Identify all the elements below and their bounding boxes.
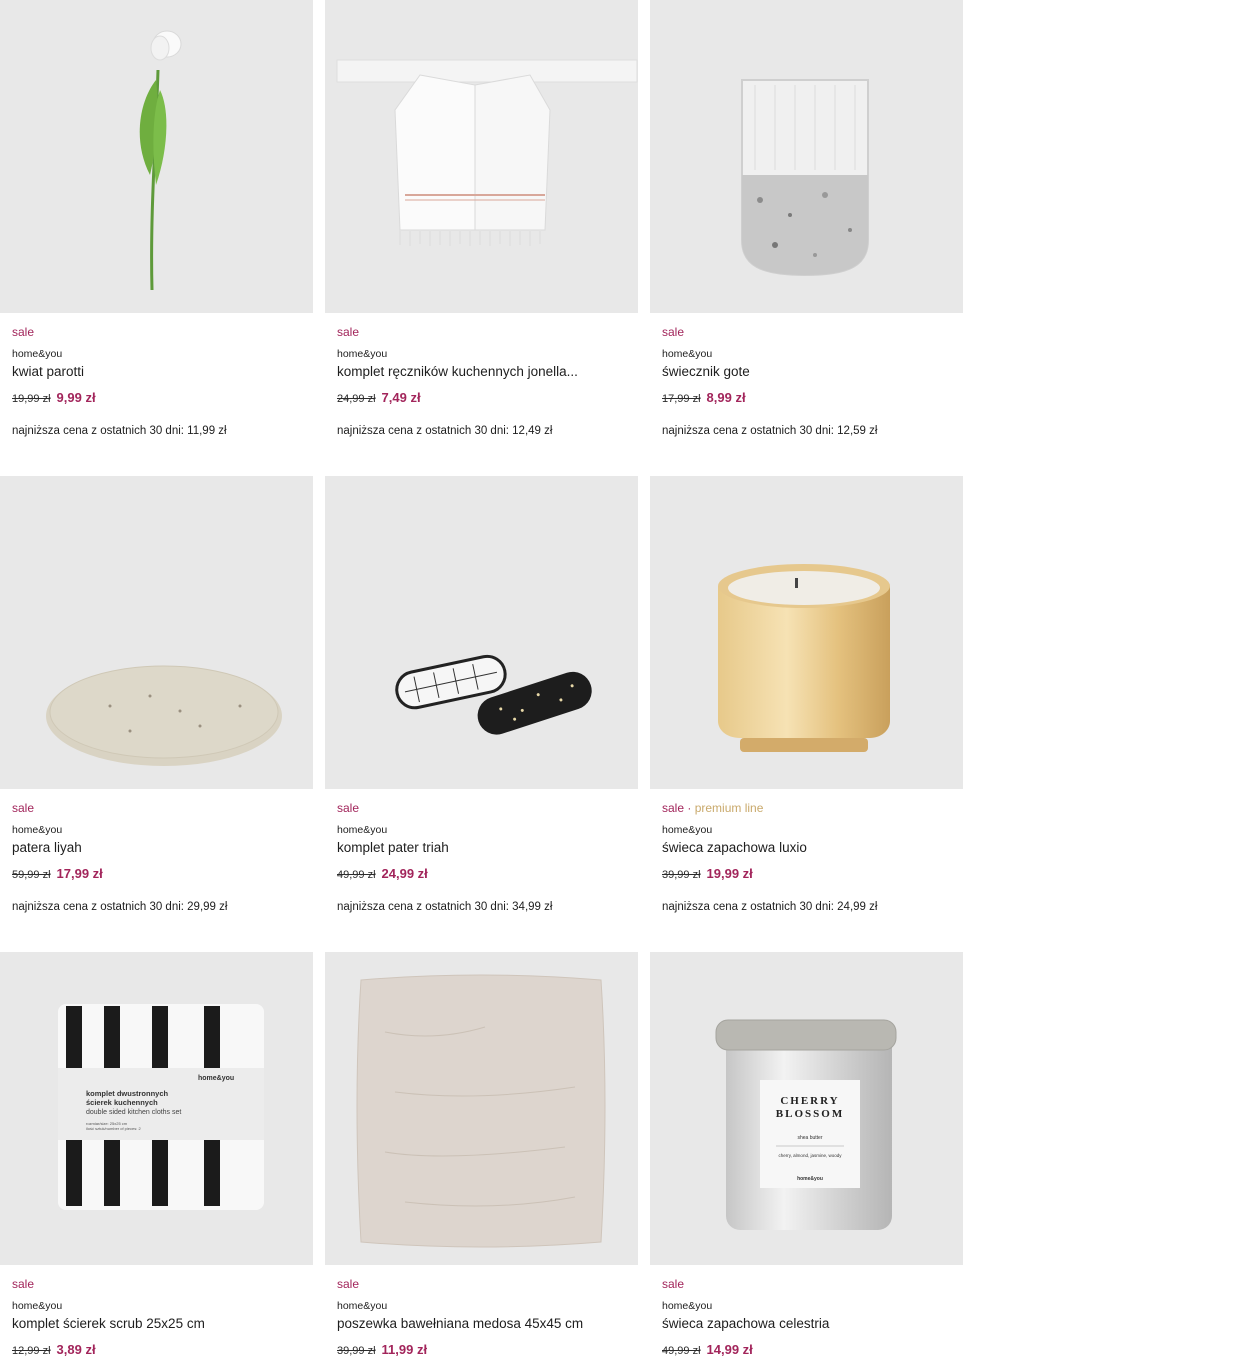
sale-price: 24,99 zł [381,866,428,881]
sale-price: 14,99 zł [706,1342,753,1357]
sale-price: 17,99 zł [56,866,103,881]
lowest-price-note: najniższa cena z ostatnich 30 dni: 12,59… [662,425,878,437]
sale-price: 3,89 zł [56,1342,96,1357]
brand-label: home&you [662,824,713,836]
product-name[interactable]: komplet ścierek scrub 25x25 cm [12,1315,301,1333]
old-price: 49,99 zł [337,869,376,881]
sale-tag: sale [337,325,360,339]
tag-separator: · [687,801,692,815]
product-image[interactable]: komplet dwustronnych ścierek kuchennych … [0,952,313,1265]
product-image[interactable] [325,952,638,1265]
product-image[interactable] [650,476,963,789]
sale-tag: sale [662,325,685,339]
product-card[interactable]: sale home&you poszewka bawełniana medosa… [325,952,638,1357]
product-image[interactable] [0,0,313,313]
old-price: 24,99 zł [337,393,376,405]
brand-label: home&you [12,824,63,836]
old-price: 39,99 zł [662,869,701,881]
cloths-set-image: komplet dwustronnych ścierek kuchennych … [58,1004,264,1210]
sale-tag: sale [337,801,360,815]
silver-candle-image: CHERRY BLOSSOM shea butter cherry, almon… [715,1019,897,1230]
sale-price: 9,99 zł [56,390,96,405]
product-name[interactable]: poszewka bawełniana medosa 45x45 cm [337,1315,626,1333]
product-name[interactable]: patera liyah [12,839,301,857]
brand-label: home&you [12,1300,63,1312]
package-count: ilość sztuk/number of pieces: 2 [86,1126,141,1131]
brand-label: home&you [337,348,388,360]
premium-line-tag: premium line [694,801,764,815]
product-card[interactable]: CHERRY BLOSSOM shea butter cherry, almon… [650,952,963,1357]
package-subtitle: double sided kitchen cloths set [86,1109,181,1116]
package-title-2: ścierek kuchennych [86,1098,158,1107]
old-price: 17,99 zł [662,393,701,405]
product-image[interactable]: CHERRY BLOSSOM shea butter cherry, almon… [650,952,963,1265]
product-card[interactable]: sale home&you patera liyah 59,99 zł 17,99… [0,476,313,952]
lowest-price-note: najniższa cena z ostatnich 30 dni: 24,99… [662,901,878,913]
sale-tag: sale [337,1277,360,1291]
product-grid: sale home&you kwiat parotti 19,99 zł 9,99… [0,0,963,1357]
lowest-price-note: najniższa cena z ostatnich 30 dni: 11,99… [12,425,227,437]
lowest-price-note: najniższa cena z ostatnich 30 dni: 34,99… [337,901,553,913]
product-card[interactable]: sale home&you kwiat parotti 19,99 zł 9,99… [0,0,313,476]
glass-candle-holder-image [741,79,869,277]
sale-price: 19,99 zł [706,866,753,881]
product-image[interactable] [650,0,963,313]
package-brand-logo: home&you [198,1075,234,1082]
kitchen-towels-image [336,59,638,246]
product-name[interactable]: komplet ręczników kuchennych jonella... [337,363,626,381]
product-image[interactable] [325,0,638,313]
brand-label: home&you [12,348,63,360]
lowest-price-note: najniższa cena z ostatnich 30 dni: 29,99… [12,901,228,913]
old-price: 59,99 zł [12,869,51,881]
brand-label: home&you [337,1300,388,1312]
old-price: 19,99 zł [12,393,51,405]
sale-price: 11,99 zł [381,1342,428,1357]
package-title-1: komplet dwustronnych [86,1089,169,1098]
brand-label: home&you [662,348,713,360]
product-name[interactable]: komplet pater triah [337,839,626,857]
product-card[interactable]: sale home&you świecznik gote 17,99 zł 8,9… [650,0,963,476]
product-name[interactable]: świeca zapachowa celestria [662,1315,951,1333]
sale-price: 7,49 zł [381,390,421,405]
gold-candle-image [718,564,890,752]
tulip-flower-image [139,30,182,291]
old-price: 49,99 zł [662,1345,701,1357]
product-card[interactable]: sale · premium line home&you świeca zapa… [650,476,963,952]
brand-label: home&you [662,1300,713,1312]
old-price: 39,99 zł [337,1345,376,1357]
product-card[interactable]: komplet dwustronnych ścierek kuchennych … [0,952,313,1357]
product-card[interactable]: sale home&you komplet ręczników kuchenny… [325,0,638,476]
product-name[interactable]: świeca zapachowa luxio [662,839,951,857]
sale-price: 8,99 zł [706,390,746,405]
candle-label-logo: home&you [797,1176,823,1182]
pillow-image [356,974,606,1248]
candle-label-note: shea butter [797,1135,822,1141]
lowest-price-note: najniższa cena z ostatnich 30 dni: 12,49… [337,425,553,437]
old-price: 12,99 zł [12,1345,51,1357]
sale-tag: sale [662,1277,685,1291]
product-name[interactable]: świecznik gote [662,363,951,381]
serving-plates-image [395,654,592,735]
product-card[interactable]: sale home&you komplet pater triah 49,99 … [325,476,638,952]
product-name[interactable]: kwiat parotti [12,363,301,381]
brand-label: home&you [337,824,388,836]
candle-label-notes: cherry, almond, jasmine, woody [779,1153,843,1158]
product-image[interactable] [0,476,313,789]
sale-tag: sale [12,1277,35,1291]
candle-label-line-2: BLOSSOM [776,1108,844,1120]
sale-tag: sale [662,801,685,815]
sale-tag: sale [12,325,35,339]
product-image[interactable] [325,476,638,789]
sale-tag: sale [12,801,35,815]
plate-image [46,665,282,766]
candle-label-line-1: CHERRY [780,1095,839,1107]
